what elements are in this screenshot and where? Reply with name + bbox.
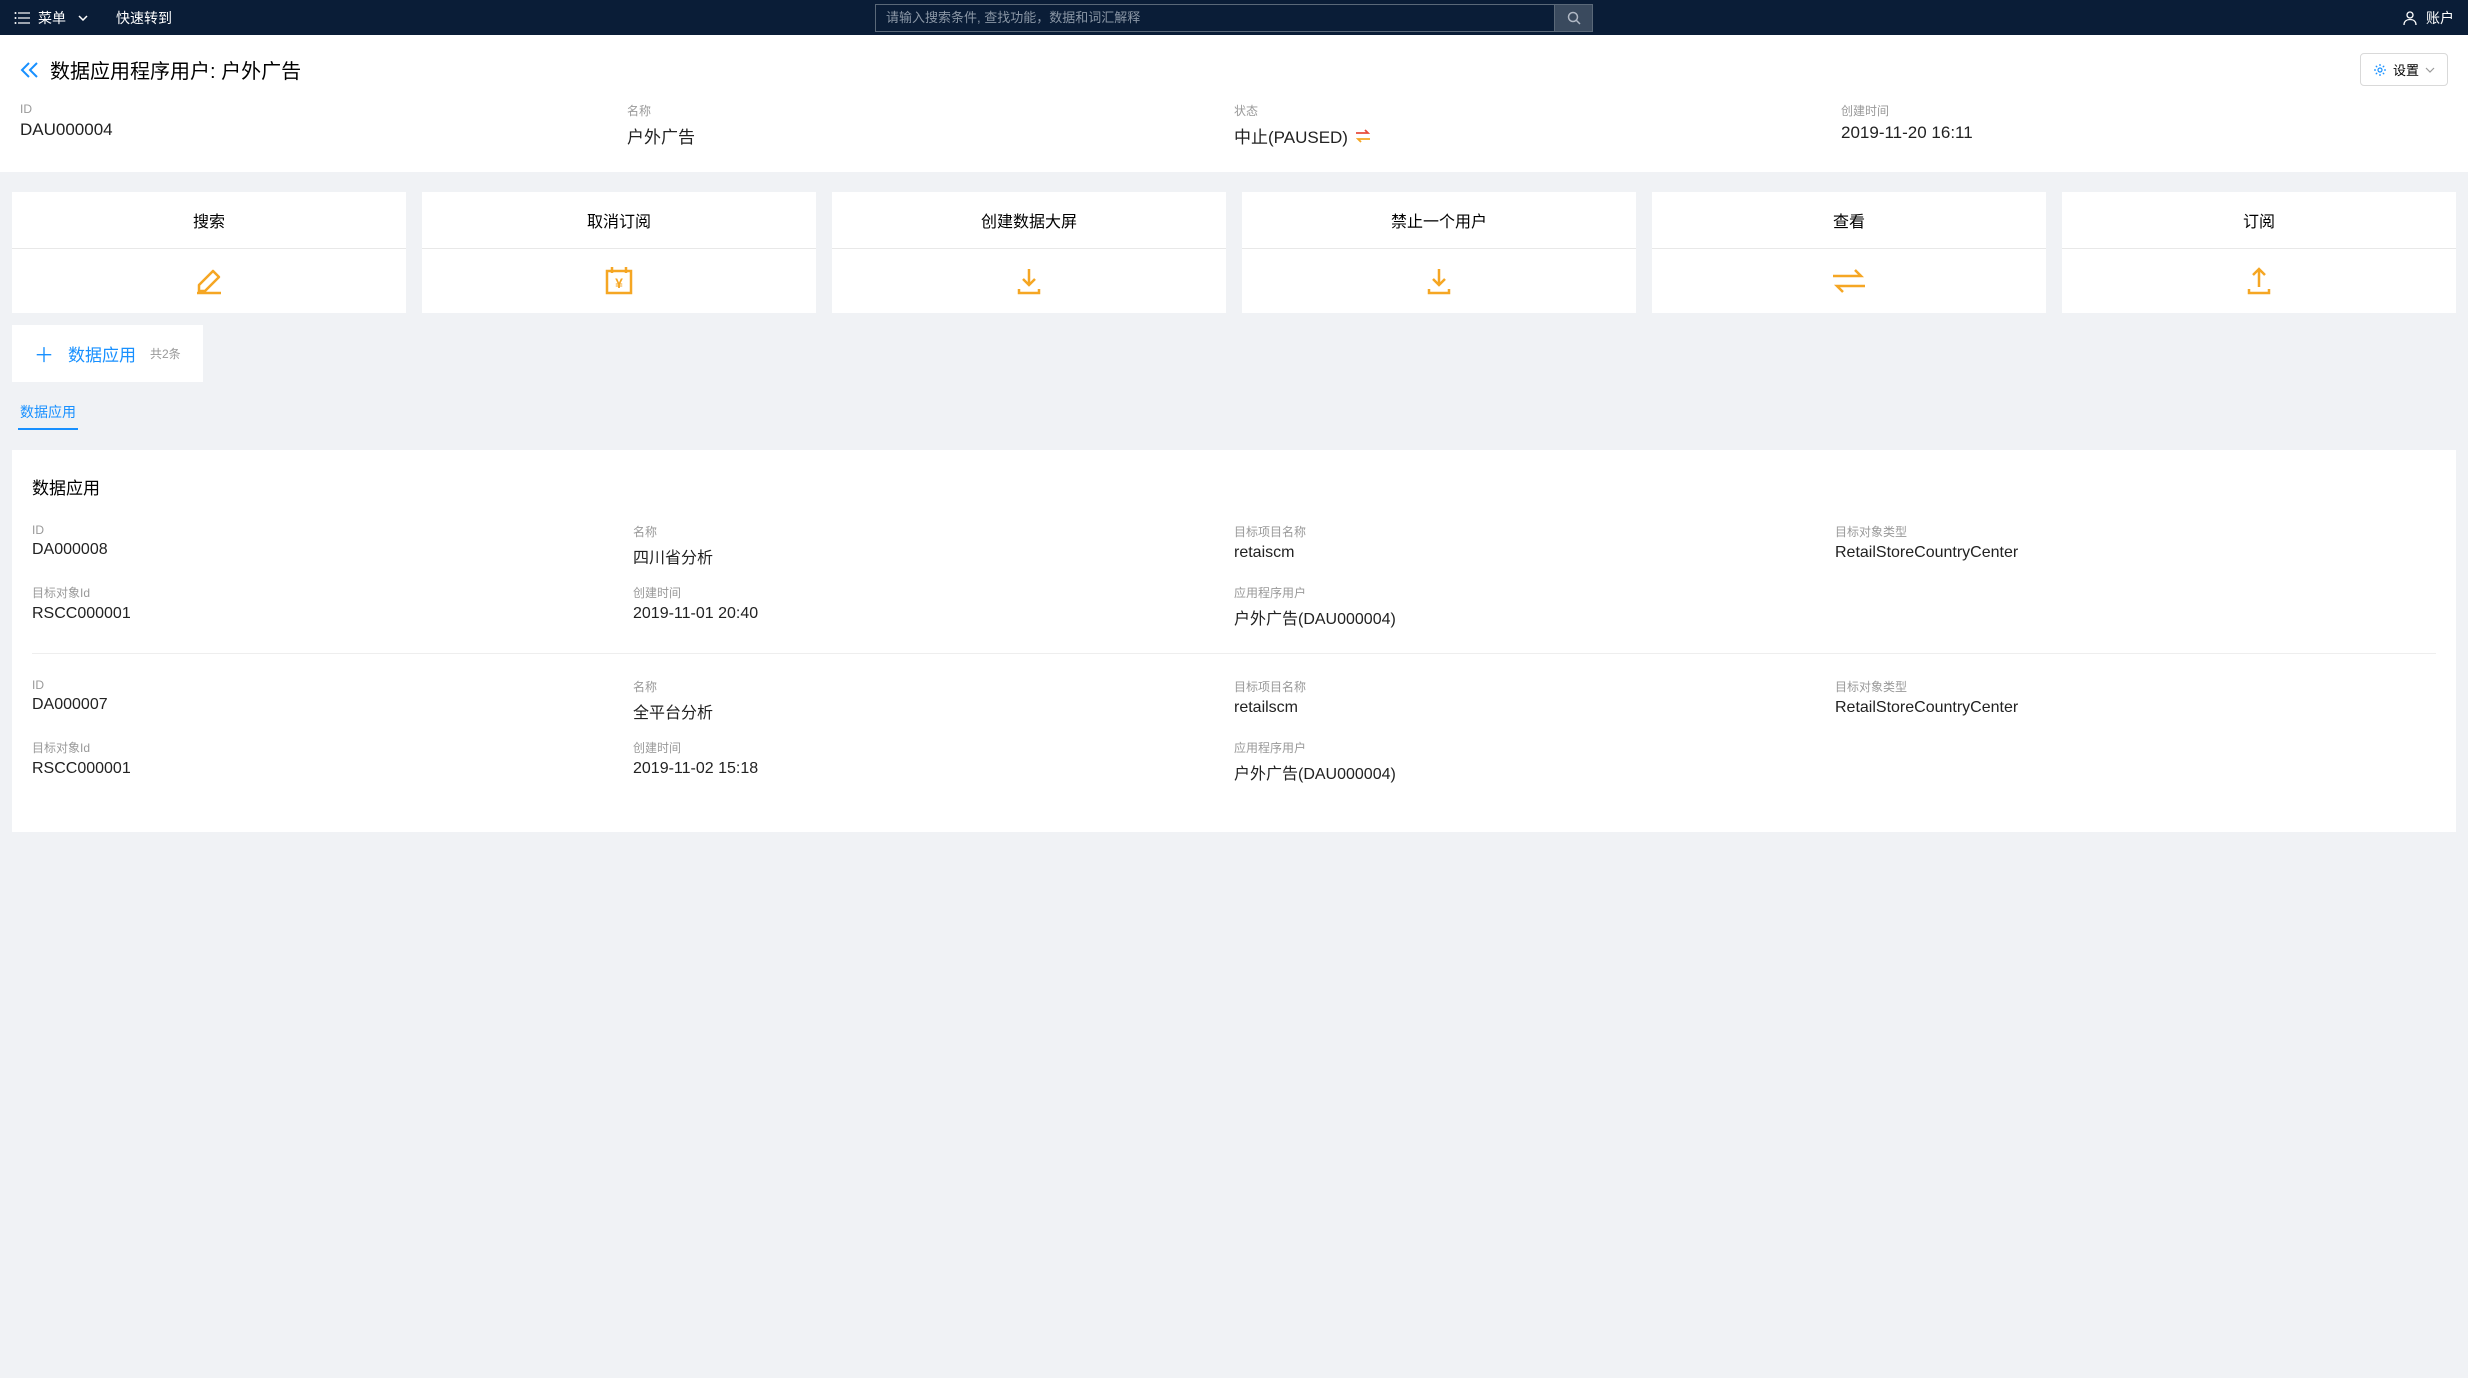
- search-wrap: [875, 4, 1593, 32]
- gear-icon: [2373, 63, 2387, 77]
- action-ban-user[interactable]: 禁止一个用户: [1242, 192, 1636, 313]
- menu-label: 菜单: [38, 8, 66, 28]
- search-button[interactable]: [1555, 4, 1593, 32]
- field-label: 目标对象类型: [1835, 523, 2436, 540]
- meta-created: 创建时间 2019-11-20 16:11: [1841, 102, 2448, 148]
- field-value: RSCC000001: [32, 760, 633, 778]
- meta-name-label: 名称: [627, 102, 1234, 119]
- account-label: 账户: [2426, 8, 2454, 28]
- plus-icon: ＋: [34, 339, 54, 368]
- tab-data-app[interactable]: 数据应用: [18, 396, 78, 430]
- back-button[interactable]: [20, 61, 40, 79]
- page-title: 数据应用程序用户: 户外广告: [50, 55, 301, 84]
- meta-created-value: 2019-11-20 16:11: [1841, 123, 2448, 143]
- meta-status: 状态 中止(PAUSED): [1234, 102, 1841, 148]
- field-value: retaiscm: [1234, 544, 1835, 562]
- field-value: RetailStoreCountryCenter: [1835, 699, 2436, 717]
- quick-nav-link[interactable]: 快速转到: [116, 8, 172, 28]
- tabs: 数据应用: [12, 382, 2456, 430]
- chevron-down-icon: [2425, 67, 2435, 73]
- download-icon: [1421, 263, 1457, 299]
- field-label: 创建时间: [633, 739, 1234, 756]
- field-value: 全平台分析: [633, 699, 1234, 723]
- meta-created-label: 创建时间: [1841, 102, 2448, 119]
- field-value: 四川省分析: [633, 544, 1234, 568]
- field-value: 2019-11-01 20:40: [633, 605, 1234, 623]
- meta-name: 名称 户外广告: [627, 102, 1234, 148]
- action-create-dashboard-label: 创建数据大屏: [832, 192, 1226, 249]
- meta-status-label: 状态: [1234, 102, 1841, 119]
- meta-id-value: DAU000004: [20, 120, 627, 140]
- meta-name-value: 户外广告: [627, 123, 1234, 148]
- action-unsubscribe-label: 取消订阅: [422, 192, 816, 249]
- field-label: 目标项目名称: [1234, 523, 1835, 540]
- data-app-label: 数据应用: [68, 341, 136, 366]
- field-label: 创建时间: [633, 584, 1234, 601]
- add-data-app-button[interactable]: ＋ 数据应用 共2条: [12, 325, 203, 382]
- field-label: 应用程序用户: [1234, 584, 1835, 601]
- field-label: 名称: [633, 523, 1234, 540]
- field-label: 应用程序用户: [1234, 739, 1835, 756]
- data-record: ID DA000007 名称 全平台分析 目标项目名称 retailscm 目标…: [32, 653, 2436, 808]
- swap-icon: [1354, 129, 1372, 143]
- settings-label: 设置: [2393, 60, 2419, 79]
- action-view[interactable]: 查看: [1652, 192, 2046, 313]
- actions-row: 搜索 取消订阅 ¥ 创建数据大屏 禁止一个用户 查看 订阅: [0, 172, 2468, 313]
- menu-icon: [14, 11, 30, 25]
- download-icon: [1011, 263, 1047, 299]
- field-label: ID: [32, 523, 633, 537]
- meta-status-text: 中止(PAUSED): [1234, 123, 1348, 148]
- tab-block: ＋ 数据应用 共2条 数据应用: [0, 313, 2468, 430]
- account-button[interactable]: 账户: [2402, 8, 2454, 28]
- data-panel: 数据应用 ID DA000008 名称 四川省分析 目标项目名称 retaisc…: [12, 450, 2456, 832]
- field-value: retailscm: [1234, 699, 1835, 717]
- pencil-icon: [191, 263, 227, 299]
- user-icon: [2402, 10, 2418, 26]
- svg-text:¥: ¥: [615, 275, 623, 291]
- field-value: RSCC000001: [32, 605, 633, 623]
- upload-icon: [2241, 263, 2277, 299]
- field-value: 2019-11-02 15:18: [633, 760, 1234, 778]
- meta-id: ID DAU000004: [20, 102, 627, 148]
- field-label: 名称: [633, 678, 1234, 695]
- settings-button[interactable]: 设置: [2360, 53, 2448, 86]
- meta-row: ID DAU000004 名称 户外广告 状态 中止(PAUSED) 创建时间 …: [0, 102, 2468, 172]
- field-value: 户外广告(DAU000004): [1234, 605, 1835, 629]
- action-ban-user-label: 禁止一个用户: [1242, 192, 1636, 249]
- calendar-yen-icon: ¥: [601, 263, 637, 299]
- field-label: ID: [32, 678, 633, 692]
- menu-button[interactable]: 菜单: [14, 8, 88, 28]
- action-subscribe[interactable]: 订阅: [2062, 192, 2456, 313]
- action-search[interactable]: 搜索: [12, 192, 406, 313]
- swap-icon: [1829, 267, 1869, 295]
- search-input[interactable]: [875, 4, 1555, 32]
- action-create-dashboard[interactable]: 创建数据大屏: [832, 192, 1226, 313]
- field-value: 户外广告(DAU000004): [1234, 760, 1835, 784]
- action-search-label: 搜索: [12, 192, 406, 249]
- field-label: 目标对象Id: [32, 584, 633, 601]
- field-label: 目标项目名称: [1234, 678, 1835, 695]
- chevron-down-icon: [78, 15, 88, 21]
- top-header: 菜单 快速转到 账户: [0, 0, 2468, 35]
- field-value: RetailStoreCountryCenter: [1835, 544, 2436, 562]
- data-app-count: 共2条: [150, 345, 181, 362]
- action-subscribe-label: 订阅: [2062, 192, 2456, 249]
- data-record: ID DA000008 名称 四川省分析 目标项目名称 retaiscm 目标对…: [32, 523, 2436, 653]
- field-value: DA000007: [32, 696, 633, 714]
- field-label: 目标对象类型: [1835, 678, 2436, 695]
- action-unsubscribe[interactable]: 取消订阅 ¥: [422, 192, 816, 313]
- field-value: DA000008: [32, 541, 633, 559]
- action-view-label: 查看: [1652, 192, 2046, 249]
- panel-title: 数据应用: [32, 474, 2436, 499]
- title-bar: 数据应用程序用户: 户外广告 设置: [0, 35, 2468, 102]
- meta-id-label: ID: [20, 102, 627, 116]
- search-icon: [1567, 11, 1581, 25]
- field-label: 目标对象Id: [32, 739, 633, 756]
- meta-status-value: 中止(PAUSED): [1234, 123, 1841, 148]
